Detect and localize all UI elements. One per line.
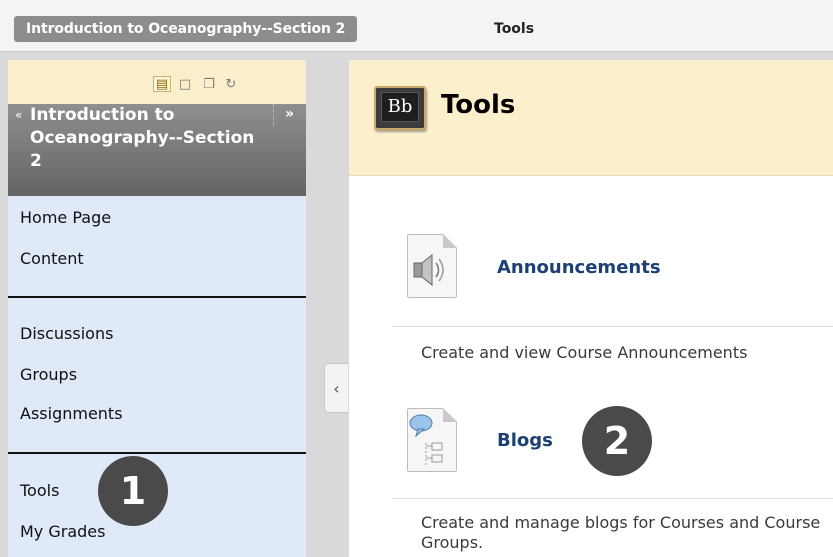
breadcrumb: Introduction to Oceanography--Section 2 … [0,0,833,52]
announcements-description: Create and view Course Announcements [421,343,748,362]
announcement-speaker-icon[interactable] [407,234,457,298]
blogs-description: Create and manage blogs for Courses and … [421,513,821,552]
sidebar-item-home-page[interactable]: Home Page [20,208,111,227]
blogs-link[interactable]: Blogs [497,430,553,451]
course-title[interactable]: Introduction to Oceanography--Section 2 [30,104,260,173]
sidebar-item-discussions[interactable]: Discussions [20,324,113,343]
blackboard-logo-icon: Bb [374,86,426,130]
announcements-link[interactable]: Announcements [497,257,661,278]
divider [393,326,833,327]
sidebar-item-my-grades[interactable]: My Grades [20,522,105,541]
step-2-callout: 2 [582,406,652,476]
breadcrumb-current: Tools [494,21,535,37]
sidebar-item-content[interactable]: Content [20,249,84,268]
sidebar-item-assignments[interactable]: Assignments [20,404,123,423]
sidebar-item-groups[interactable]: Groups [20,365,77,384]
logo-text: Bb [381,92,419,122]
course-menu-header: « Introduction to Oceanography--Section … [8,104,306,196]
main-content: Bb Tools Announcements Create and view C… [349,60,833,557]
refresh-icon[interactable]: ↻ [222,76,240,92]
breadcrumb-course-link[interactable]: Introduction to Oceanography--Section 2 [14,16,358,42]
header-divider [273,104,274,126]
chevron-left-icon: ‹ [333,378,340,398]
step-1-callout: 1 [98,456,168,526]
sidebar-item-tools[interactable]: Tools [20,481,59,500]
page-header: Bb Tools [349,60,833,176]
folder-view-icon[interactable]: □ [176,76,194,92]
collapse-menu-tab[interactable]: ‹ [324,363,348,413]
course-menu-toolbar: ▤ □ ❐ ↻ [8,60,306,104]
blog-document-icon[interactable] [407,408,457,472]
list-view-icon[interactable]: ▤ [153,76,171,92]
expand-menu-icon[interactable]: » [285,106,294,122]
page-title: Tools [441,90,516,120]
collapse-chevron-icon[interactable]: « [15,108,22,122]
divider [393,498,833,499]
menu-group-2: Discussions Groups Assignments [8,298,306,454]
menu-group-1: Home Page Content [8,196,306,298]
tool-row-announcements: Announcements [393,230,833,300]
window-icon[interactable]: ❐ [200,76,218,92]
